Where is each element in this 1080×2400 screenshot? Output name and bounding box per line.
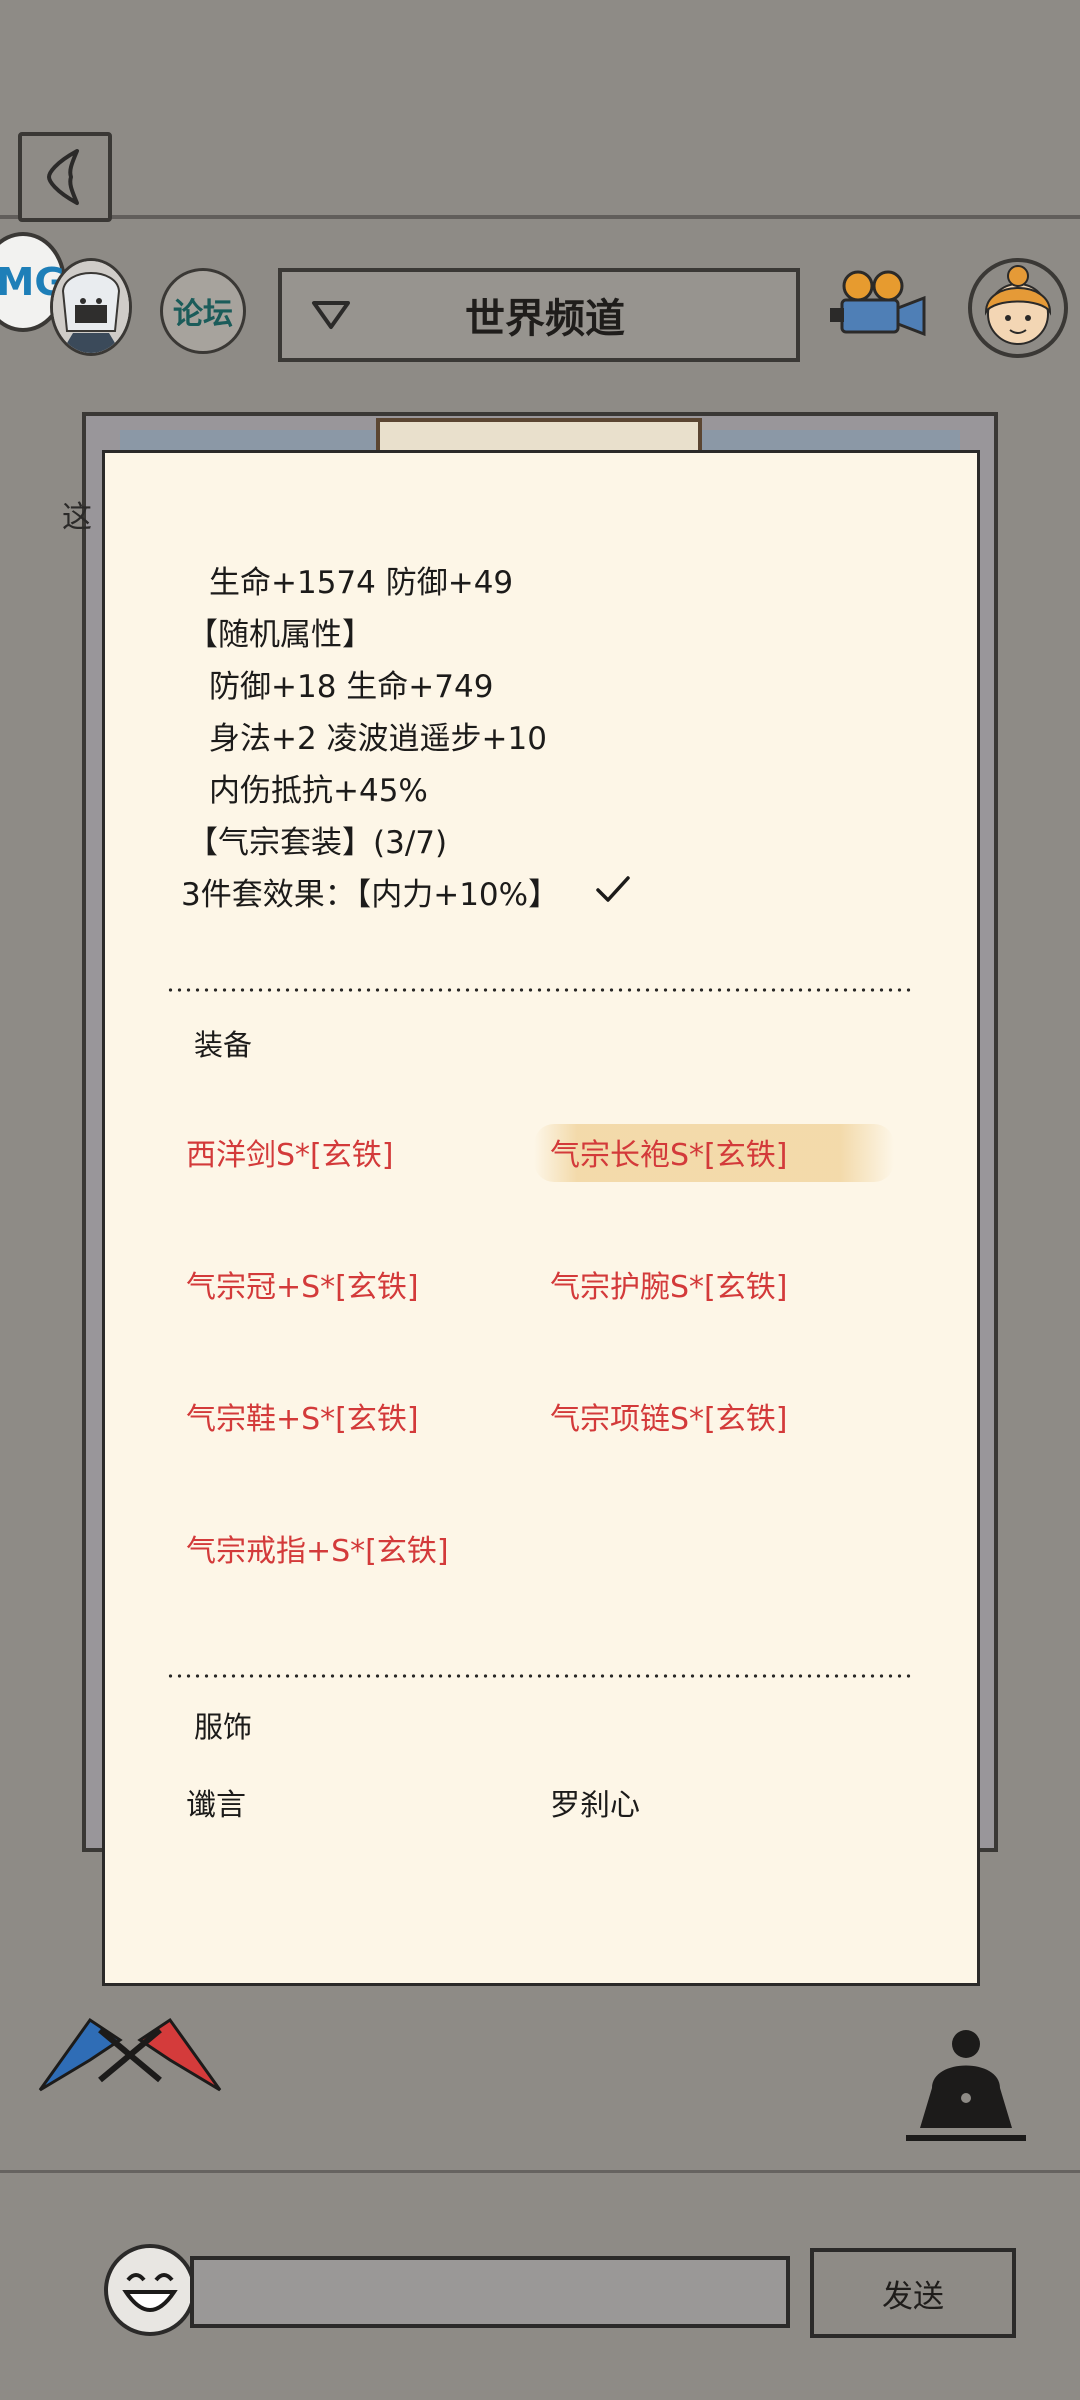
equipment-item[interactable]: 气宗护腕S*[玄铁] [550, 1262, 787, 1306]
chat-input[interactable] [190, 2256, 790, 2328]
npc-avatar[interactable] [968, 258, 1068, 358]
back-button[interactable] [18, 132, 112, 222]
attribute-line: 【随机属性】 [187, 617, 373, 653]
send-button[interactable]: 发送 [810, 2248, 1016, 2338]
section-divider [166, 988, 914, 992]
back-arrow-icon [47, 149, 79, 205]
equipment-section-label: 装备 [194, 1028, 253, 1062]
video-camera-icon[interactable] [830, 268, 930, 348]
send-label: 发送 [882, 2278, 944, 2315]
dropdown-triangle-icon [308, 295, 354, 335]
attribute-line: 身法+2 凌波逍遥步+10 [209, 721, 547, 757]
section-divider [166, 1674, 914, 1678]
costume-item[interactable]: 谶言 [186, 1780, 246, 1824]
crossed-fighters-emblem-icon[interactable] [30, 2000, 230, 2100]
laughing-face-icon [122, 2273, 178, 2312]
header-divider [0, 215, 1080, 219]
equipment-item[interactable]: 气宗冠+S*[玄铁] [186, 1262, 419, 1306]
attribute-line: 防御+18 生命+749 [209, 669, 494, 705]
emoji-button[interactable] [104, 2244, 196, 2336]
set-effect: 3件套效果：【内力+10%】 [181, 877, 560, 913]
channel-selector[interactable]: 世界频道 [278, 268, 800, 362]
forum-button[interactable]: 论坛 [160, 268, 246, 354]
costume-item[interactable]: 罗刹心 [550, 1780, 640, 1824]
player-avatar[interactable] [50, 258, 132, 356]
background-side-text: 这 [62, 500, 92, 535]
ninja-avatar-icon [53, 261, 129, 353]
equipment-item[interactable]: 气宗戒指+S*[玄铁] [186, 1526, 449, 1570]
attribute-line: 内伤抵抗+45% [209, 773, 428, 809]
bottom-divider [0, 2170, 1080, 2173]
attribute-line: 生命+1574 防御+49 [209, 565, 514, 601]
costume-section-label: 服饰 [194, 1710, 253, 1744]
equipment-item[interactable]: 气宗长袍S*[玄铁] [550, 1130, 787, 1174]
equipment-item[interactable]: 气宗鞋+S*[玄铁] [186, 1394, 419, 1438]
equipment-item[interactable]: 西洋剑S*[玄铁] [186, 1130, 393, 1174]
girl-avatar-icon [984, 265, 1052, 345]
checkmark-icon [596, 876, 630, 902]
channel-label: 世界频道 [465, 296, 625, 342]
set-title: 【气宗套装】(3/7) [187, 825, 448, 861]
equipment-detail-modal: 生命+1574 防御+49 【随机属性】 防御+18 生命+749 身法+2 凌… [102, 450, 980, 1986]
forum-label: 论坛 [173, 297, 233, 332]
equipment-item[interactable]: 气宗项链S*[玄铁] [550, 1394, 787, 1438]
meditating-figure-icon[interactable] [902, 2018, 1030, 2146]
